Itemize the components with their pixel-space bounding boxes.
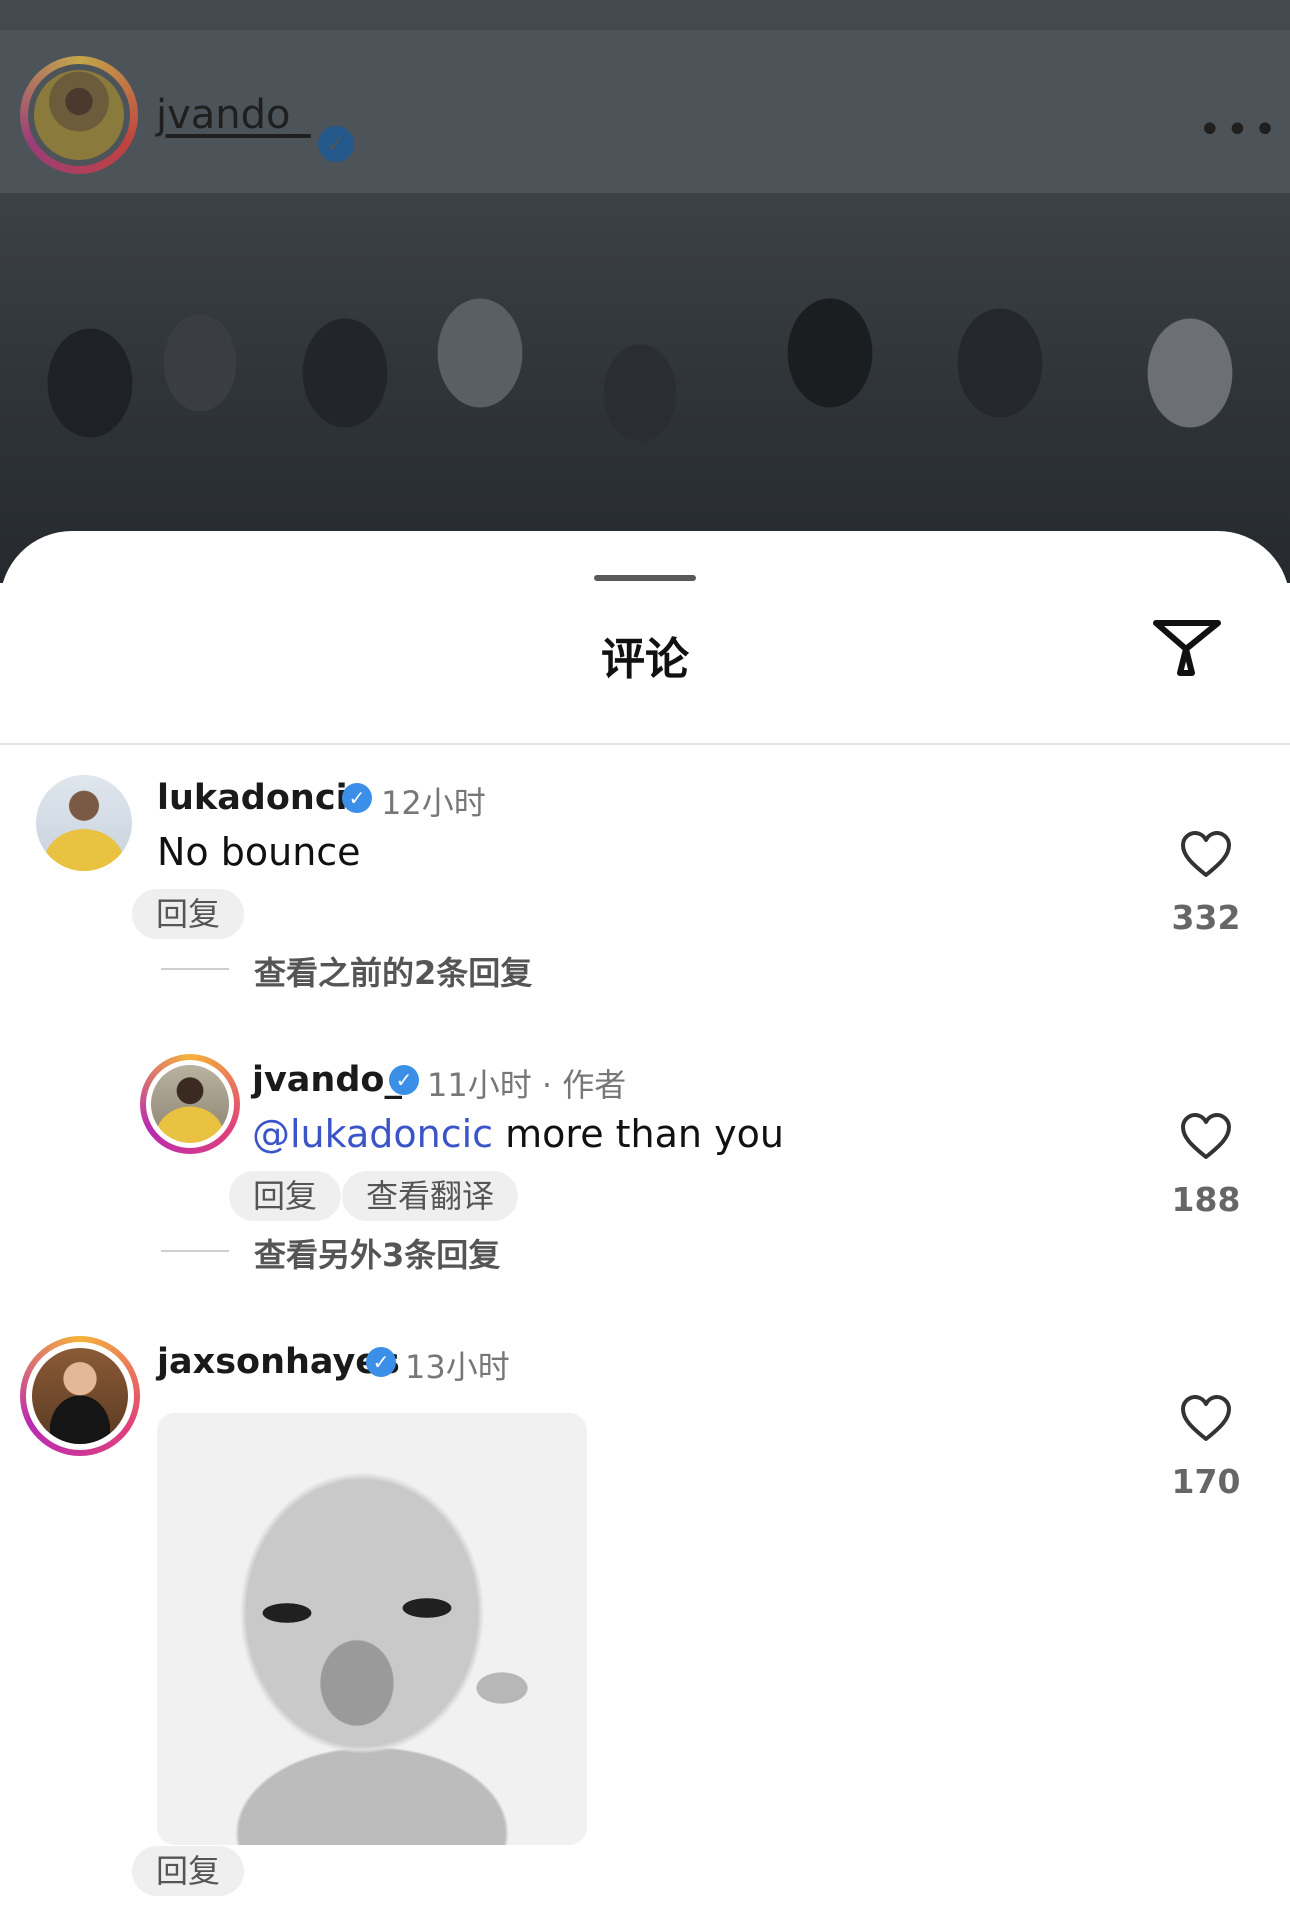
comment-username[interactable]: jvando_ xyxy=(252,1060,402,1100)
post-header: jvando_ ✓ ••• xyxy=(0,0,1290,193)
comment-text: @lukadoncic more than you xyxy=(252,1112,784,1156)
replies-divider xyxy=(161,1250,229,1252)
verified-badge-icon: ✓ xyxy=(318,126,354,162)
heart-icon[interactable] xyxy=(1179,1393,1233,1443)
post-author-avatar[interactable] xyxy=(20,56,138,174)
view-replies-button[interactable]: 查看之前的2条回复 xyxy=(254,948,532,994)
verified-badge-icon: ✓ xyxy=(389,1065,419,1095)
heart-icon[interactable] xyxy=(1179,1111,1233,1161)
sheet-title: 评论 xyxy=(601,634,689,685)
verified-badge-icon: ✓ xyxy=(342,783,372,813)
sheet-divider xyxy=(0,743,1290,745)
comment-gif[interactable] xyxy=(157,1413,587,1845)
translate-button[interactable]: 查看翻译 xyxy=(342,1171,519,1221)
filter-icon[interactable] xyxy=(1150,615,1224,681)
reply-button[interactable]: 回复 xyxy=(229,1171,342,1221)
comment-timestamp: 12小时 xyxy=(381,784,486,822)
comment-timestamp: 13小时 xyxy=(405,1348,510,1386)
comment-text: No bounce xyxy=(157,830,361,874)
comment-timestamp: 11小时 · 作者 xyxy=(427,1066,627,1104)
like-count: 332 xyxy=(1171,898,1241,937)
reply-button[interactable]: 回复 xyxy=(132,1846,245,1896)
replies-divider xyxy=(161,968,229,970)
avatar[interactable] xyxy=(36,775,132,871)
comment-username[interactable]: jaxsonhayes xyxy=(157,1342,400,1382)
avatar[interactable] xyxy=(140,1054,240,1154)
post-image xyxy=(0,193,1290,583)
avatar[interactable] xyxy=(20,1336,140,1456)
mention-link[interactable]: @lukadoncic xyxy=(252,1112,493,1156)
reply-button[interactable]: 回复 xyxy=(132,889,245,939)
comment-username[interactable]: lukadoncic xyxy=(157,778,368,818)
view-replies-button[interactable]: 查看另外3条回复 xyxy=(254,1230,500,1276)
like-count: 170 xyxy=(1171,1462,1241,1501)
post-author-username[interactable]: jvando_ xyxy=(156,92,311,138)
like-count: 188 xyxy=(1171,1180,1241,1219)
sheet-drag-handle[interactable] xyxy=(594,575,696,581)
heart-icon[interactable] xyxy=(1179,829,1233,879)
comment-text-body: more than you xyxy=(493,1112,784,1156)
more-icon[interactable]: ••• xyxy=(1198,110,1281,150)
verified-badge-icon: ✓ xyxy=(366,1347,396,1377)
